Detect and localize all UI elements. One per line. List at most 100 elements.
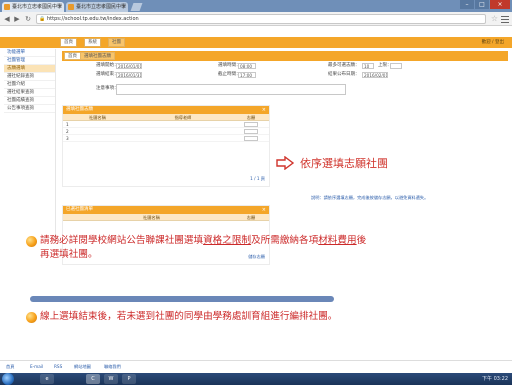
column-header: 志願 [246, 115, 256, 120]
footer-link[interactable]: E-mail [30, 363, 43, 370]
taskbar-app-icon[interactable]: e [40, 374, 54, 384]
note-2: 線上選填結束後，若未選到社團的同學由學務處訓育組進行編排社團。 [40, 310, 480, 324]
browser-tab-1[interactable]: 臺北市立忠孝國民中學 × [2, 2, 64, 12]
choice-select[interactable] [244, 136, 258, 141]
subtab-home[interactable]: 首頁 [64, 52, 81, 60]
window-controls: – □ × [459, 0, 510, 10]
browser-tab-label: 臺北市立忠孝國民中學 [12, 4, 63, 10]
horizontal-scrollbar[interactable] [30, 296, 334, 302]
callout-annotation: 依序選填志願社團 [276, 155, 388, 171]
note-text: 後 [356, 235, 367, 246]
note-text: 再選填社團。 [40, 249, 98, 260]
orange-bullet-icon [26, 312, 37, 323]
note-text: 線上選填結束後，若未選到社團的同學由學務處訓育組進行編排社團。 [40, 311, 338, 322]
row-number: 3 [66, 136, 69, 141]
bookmark-star-icon[interactable]: ☆ [491, 14, 498, 24]
forward-icon[interactable]: ▶ [13, 15, 21, 23]
sidebar-item-club-intro[interactable]: 社團介紹 [4, 81, 55, 89]
note-text-underlined: 材料費用 [318, 235, 357, 246]
topbar-tab-club[interactable]: 社團 [108, 38, 125, 47]
lock-icon: 🔒 [39, 16, 46, 22]
sidebar-item-club-management[interactable]: 社團管理 [4, 57, 55, 65]
orange-bullet-icon [26, 236, 37, 247]
menu-icon[interactable] [501, 14, 509, 23]
table-row: 3 [63, 135, 269, 142]
taskbar-app-icon[interactable]: W [104, 374, 118, 384]
instruction-notes: 請務必詳閱學校網站公告聯課社團選填資格之限制及所需繳納各項材料費用後 再選填社團… [0, 233, 512, 343]
url-input[interactable]: 🔒 https://school.tp.edu.tw/index.action [36, 14, 486, 24]
field-value: 17:00 [238, 72, 256, 78]
favicon-icon [4, 4, 10, 10]
windows-taskbar: e C W P 下午 03:22 [0, 373, 512, 385]
panel-title: 已選社團清單 [66, 207, 93, 212]
sidebar-item-selection-records[interactable]: 選社紀錄查詢 [4, 73, 55, 81]
table-row: 1 [63, 121, 269, 128]
note-1: 請務必詳閱學校網站公告聯課社團選填資格之限制及所需繳納各項材料費用後 再選填社團… [40, 234, 480, 262]
choice-select[interactable] [244, 122, 258, 127]
close-tab-icon[interactable]: × [58, 2, 62, 12]
start-button[interactable] [2, 373, 14, 385]
topbar-tab-home[interactable]: 首頁 [60, 38, 77, 47]
footer-link[interactable]: 網站地圖 [74, 363, 91, 370]
row-number: 2 [66, 129, 69, 134]
panel-title: 選填社團志願 [66, 107, 93, 112]
field-value: 08:00 [238, 63, 256, 69]
address-bar: ◀ ▶ ↻ 🔒 https://school.tp.edu.tw/index.a… [0, 12, 512, 26]
field-value [390, 63, 402, 69]
grid-header: 社團名稱 指導老師 志願 [63, 114, 269, 121]
pager[interactable]: 1 / 1 頁 [250, 176, 265, 182]
favicon-icon [68, 4, 74, 10]
field-value: 2016/01/31 [116, 72, 142, 78]
page-footer-links: 首頁 E-mail RSS 網站地圖 聯絡我們 [0, 360, 512, 370]
field-label: 最多可選志願： [328, 63, 360, 68]
field-value: 2016/02/01 [362, 72, 388, 78]
column-header: 志願 [246, 215, 256, 220]
grid-header: 社團名稱 志願 [63, 214, 269, 221]
reload-icon[interactable]: ↻ [24, 15, 32, 23]
app-topbar: 首頁 系統 社團 歡迎 / 登出 [0, 37, 512, 48]
note-text-underlined: 資格之限制 [203, 235, 252, 246]
close-window-icon[interactable]: × [490, 0, 510, 9]
minimize-icon[interactable]: – [460, 0, 474, 9]
row-number: 1 [66, 122, 69, 127]
sidebar-item-results[interactable]: 選社結果查詢 [4, 89, 55, 97]
panel-header: 選填社團志願 × [63, 106, 269, 114]
browser-tab-label: 臺北市立忠孝國民中學 [76, 4, 127, 10]
browser-tab-2[interactable]: 臺北市立忠孝國民中學 × [66, 2, 128, 12]
column-header: 社團名稱 [143, 215, 160, 220]
taskbar-app-icon[interactable]: C [86, 374, 100, 384]
panel-header: 已選社團清單 × [63, 206, 269, 214]
sidebar-item-grades[interactable]: 社團成績查詢 [4, 97, 55, 105]
choice-select[interactable] [244, 129, 258, 134]
close-tab-icon[interactable]: × [122, 2, 126, 12]
selection-info-form: 選填開始： 2016/01/01 選填結束： 2016/01/31 選填時間： … [62, 63, 508, 95]
taskbar-app-icon[interactable]: P [122, 374, 136, 384]
field-label: 結果公布日期： [328, 72, 360, 77]
sidebar-item-choose-clubs[interactable]: 志願選填 [4, 65, 55, 73]
user-info[interactable]: 歡迎 / 登出 [482, 38, 504, 47]
url-text: https://school.tp.edu.tw/index.action [47, 16, 139, 22]
panel-close-icon[interactable]: × [262, 106, 266, 114]
new-tab-button[interactable] [130, 3, 143, 11]
back-icon[interactable]: ◀ [3, 15, 11, 23]
subtab-choose-clubs[interactable]: 選填社團志願 [80, 52, 115, 60]
panel-close-icon[interactable]: × [262, 206, 266, 214]
field-value: 10 [362, 63, 374, 69]
sidebar-heading: 功能選單 [4, 49, 55, 57]
browser-tab-strip: 臺北市立忠孝國民中學 × 臺北市立忠孝國民中學 × – □ × [0, 0, 512, 12]
subtab-bar: 首頁 選填社團志願 [62, 51, 508, 61]
note-text: 及所需繳納各項 [251, 235, 319, 246]
sidebar-item-announcements[interactable]: 公告事項查詢 [4, 105, 55, 113]
maximize-icon[interactable]: □ [475, 0, 489, 9]
right-arrow-icon [276, 156, 294, 170]
footer-link[interactable]: 首頁 [6, 363, 14, 370]
instruction-note: 說明：請依序選填志願，完成後按儲存志願，以避免資料遺失。 [311, 195, 429, 200]
footer-link[interactable]: 聯絡我們 [104, 363, 121, 370]
note-text: 請務必詳閱學校網站公告聯課社團選填 [40, 235, 204, 246]
table-row: 2 [63, 128, 269, 135]
column-header: 指導老師 [174, 115, 192, 120]
callout-text: 依序選填志願社團 [300, 157, 388, 170]
footer-link[interactable]: RSS [54, 363, 62, 370]
remark-textarea[interactable] [116, 84, 346, 95]
topbar-tab-system[interactable]: 系統 [84, 38, 101, 47]
